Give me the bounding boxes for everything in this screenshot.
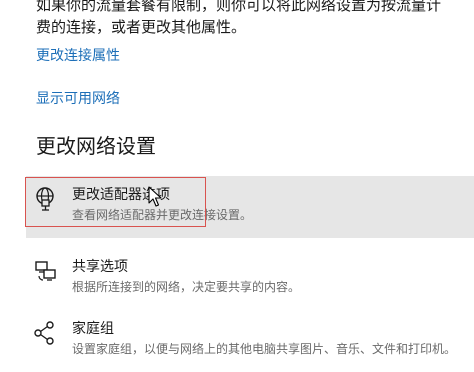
homegroup-description: 设置家庭组，以便与网络上的其他电脑共享图片、音乐、文件和打印机。 [72,342,457,356]
description-line-2: 费的连接，或者更改其他属性。 [36,18,247,36]
mouse-pointer-icon [148,186,162,207]
connection-description: 如果你的流量套餐有限制，则你可以将此网络设置为按流量计 费的连接，或者更改其他属… [36,0,466,38]
section-title: 更改网络设置 [36,134,156,158]
sharing-options-button[interactable]: 共享选项 根据所连接到的网络，决定要共享的内容。 [26,248,474,310]
change-connection-properties-link[interactable]: 更改连接属性 [36,45,120,65]
homegroup-icon [34,321,54,345]
network-adapter-icon [36,187,54,211]
homegroup-button[interactable]: 家庭组 设置家庭组，以便与网络上的其他电脑共享图片、音乐、文件和打印机。 [26,310,474,372]
description-line-1: 如果你的流量套餐有限制，则你可以将此网络设置为按流量计 [36,0,442,14]
sharing-options-description: 根据所连接到的网络，决定要共享的内容。 [72,280,301,294]
sharing-icon [35,261,56,281]
sharing-options-title: 共享选项 [72,259,128,275]
show-available-networks-link[interactable]: 显示可用网络 [36,88,120,108]
change-adapter-options-button[interactable]: 更改适配器选项 查看网络适配器并更改连接设置。 [26,176,474,238]
network-status-settings-page: 如果你的流量套餐有限制，则你可以将此网络设置为按流量计 费的连接，或者更改其他属… [0,0,474,372]
change-adapter-options-description: 查看网络适配器并更改连接设置。 [72,208,253,222]
homegroup-title: 家庭组 [72,321,114,337]
